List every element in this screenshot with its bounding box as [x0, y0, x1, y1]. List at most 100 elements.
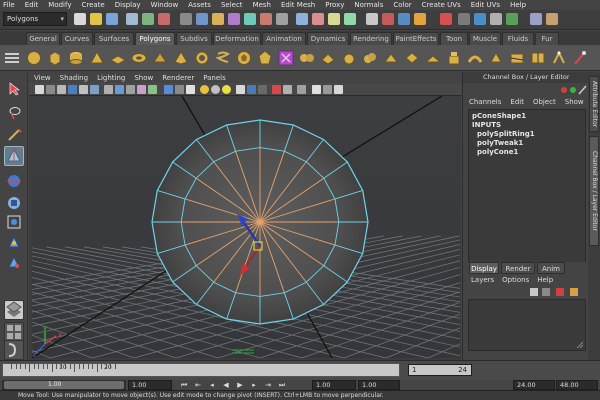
resolution-gate-icon[interactable]	[104, 85, 113, 94]
range-slider-handle[interactable]: 1.00	[4, 381, 124, 389]
menu-modify[interactable]: Modify	[48, 0, 71, 10]
menu-assets[interactable]: Assets	[188, 0, 211, 10]
select-by-object-icon[interactable]	[142, 13, 154, 25]
poly-platonic-icon[interactable]	[257, 50, 273, 66]
layer-tab-render[interactable]: Render	[501, 262, 535, 274]
keyable-channels-icon[interactable]	[561, 87, 567, 93]
input-node-cone[interactable]: polyCone1	[477, 148, 518, 156]
tab-rendering[interactable]: Rendering	[350, 32, 392, 45]
attribute-editor-toggle-icon[interactable]	[474, 13, 486, 25]
cone-mesh[interactable]	[151, 119, 369, 325]
poly-prism-icon[interactable]	[152, 50, 168, 66]
menu-color[interactable]: Color	[393, 0, 411, 10]
layer-list[interactable]	[468, 299, 586, 351]
tab-general[interactable]: General	[26, 32, 60, 45]
bridge-icon[interactable]	[467, 50, 483, 66]
extract-icon[interactable]	[320, 50, 336, 66]
isolate-select-icon[interactable]	[297, 85, 306, 94]
xray-joints-icon[interactable]	[283, 85, 292, 94]
default-lighting-icon[interactable]	[200, 85, 209, 94]
menu-normals[interactable]: Normals	[354, 0, 383, 10]
select-surfaces-icon[interactable]	[244, 13, 256, 25]
smooth-shade-icon[interactable]	[175, 85, 184, 94]
manipulator-icon[interactable]	[578, 85, 587, 95]
menu-help[interactable]: Help	[510, 0, 526, 10]
input-line-magnet-icon[interactable]	[440, 13, 452, 25]
panel-menu-renderer[interactable]: Renderer	[162, 74, 194, 82]
menu-proxy[interactable]: Proxy	[325, 0, 344, 10]
shelf-options-icon[interactable]	[4, 50, 20, 66]
gate-mask-icon[interactable]	[115, 85, 124, 94]
use-lights-icon[interactable]	[222, 85, 231, 94]
help-menu[interactable]: Help	[537, 276, 553, 286]
menu-mesh[interactable]: Mesh	[253, 0, 271, 10]
viewport-2-icon[interactable]	[334, 85, 343, 94]
manipulator-tool-icon[interactable]	[6, 214, 22, 230]
channel-box-layer-editor-tab[interactable]: Channel Box / Layer Editor	[589, 136, 599, 246]
tab-curves[interactable]: Curves	[61, 32, 93, 45]
wireframe-icon[interactable]	[164, 85, 173, 94]
new-layer-selected-icon[interactable]	[542, 288, 550, 296]
tab-dynamics[interactable]: Dynamics	[307, 32, 349, 45]
open-scene-icon[interactable]	[90, 13, 102, 25]
menu-edit-mesh[interactable]: Edit Mesh	[281, 0, 315, 10]
rotate-tool-icon[interactable]	[6, 173, 22, 189]
split-polygon-icon[interactable]	[509, 50, 525, 66]
select-dynamics-icon[interactable]	[276, 13, 288, 25]
move-layer-up-icon[interactable]	[556, 288, 564, 296]
resize-grip-icon[interactable]	[576, 341, 584, 349]
end-time-field[interactable]: 48.00	[556, 380, 598, 390]
ipr-render-icon[interactable]	[398, 13, 410, 25]
pick-mask-icon[interactable]	[180, 13, 192, 25]
go-to-end-button[interactable]: ⏭	[276, 380, 288, 390]
four-view-layout-button[interactable]	[4, 322, 24, 342]
key-selected-icon[interactable]	[570, 87, 576, 93]
poly-helix-icon[interactable]	[215, 50, 231, 66]
select-tool-icon[interactable]	[8, 82, 22, 96]
smooth-icon[interactable]	[341, 50, 357, 66]
separate-icon[interactable]	[299, 50, 315, 66]
attribute-editor-tab[interactable]: Attribute Editor	[589, 76, 599, 132]
new-layer-icon[interactable]	[530, 288, 538, 296]
append-polygon-icon[interactable]	[488, 50, 504, 66]
panel-menu-show[interactable]: Show	[134, 74, 153, 82]
film-gate-icon[interactable]	[90, 85, 99, 94]
extrude-icon[interactable]	[446, 50, 462, 66]
edit-menu[interactable]: Edit	[510, 98, 524, 106]
poly-sphere-icon[interactable]	[26, 50, 42, 66]
panel-menu-panels[interactable]: Panels	[203, 74, 226, 82]
menu-edit-uvs[interactable]: Edit UVs	[471, 0, 500, 10]
tab-fluids[interactable]: Fluids	[502, 32, 534, 45]
high-quality-icon[interactable]	[258, 85, 267, 94]
go-to-start-button[interactable]: ⏮	[178, 380, 190, 390]
layer-tab-display[interactable]: Display	[469, 262, 499, 274]
tab-polygons[interactable]: Polygons	[135, 32, 175, 45]
poly-soccer-ball-icon[interactable]	[236, 50, 252, 66]
poly-torus-icon[interactable]	[131, 50, 147, 66]
grid-toggle-icon[interactable]	[79, 85, 88, 94]
image-plane-icon[interactable]	[68, 85, 77, 94]
save-scene-icon[interactable]	[106, 13, 118, 25]
mirror-geometry-icon[interactable]	[425, 50, 441, 66]
options-menu[interactable]: Options	[502, 276, 529, 286]
layer-editor-toggle-icon[interactable]	[530, 13, 542, 25]
wireframe-on-shaded-icon[interactable]	[186, 85, 195, 94]
paint-select-tool-icon[interactable]	[7, 128, 23, 142]
intersection-icon[interactable]	[404, 50, 420, 66]
menu-display[interactable]: Display	[115, 0, 141, 10]
safe-action-icon[interactable]	[137, 85, 146, 94]
start-time-field[interactable]: 1.00	[128, 380, 172, 390]
union-icon[interactable]	[362, 50, 378, 66]
select-by-component-icon[interactable]	[158, 13, 170, 25]
outliner-layout-button[interactable]	[4, 340, 24, 360]
construction-history-icon[interactable]	[366, 13, 378, 25]
range-start-time-field[interactable]: 1.00	[358, 380, 400, 390]
poly-pyramid-icon[interactable]	[173, 50, 189, 66]
play-backwards-button[interactable]: ◀	[220, 380, 232, 390]
sculpt-geometry-icon[interactable]	[572, 50, 588, 66]
perspective-viewport[interactable]: x y z	[32, 96, 460, 358]
panel-menu-view[interactable]: View	[34, 74, 51, 82]
tab-deformation[interactable]: Deformation	[213, 32, 261, 45]
backface-culling-icon[interactable]	[312, 85, 321, 94]
insert-edge-loop-icon[interactable]	[530, 50, 546, 66]
